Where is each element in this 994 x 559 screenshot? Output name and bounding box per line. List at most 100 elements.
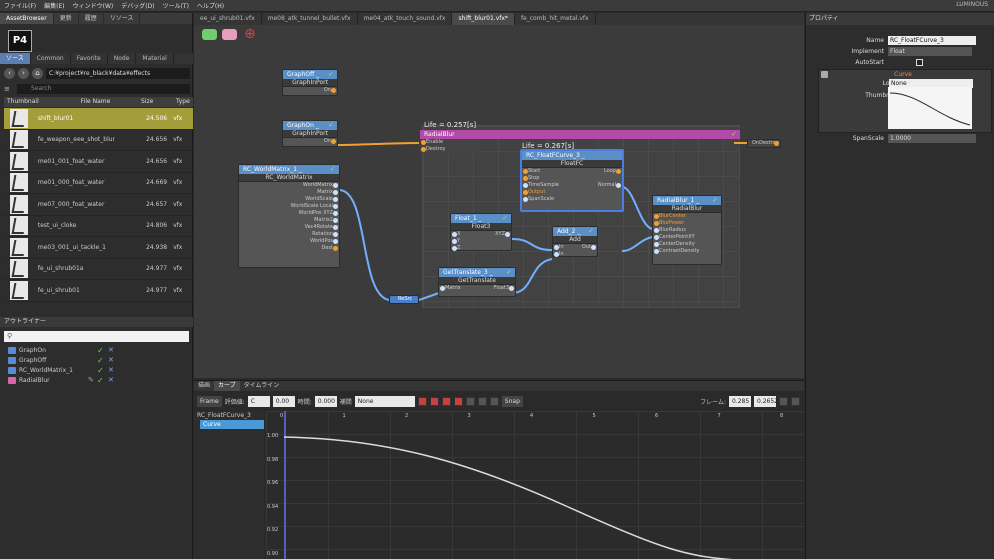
port-dot[interactable]: [452, 239, 457, 244]
outliner-item[interactable]: GraphOn ✓ ✕: [4, 345, 189, 355]
col-size[interactable]: Size: [138, 97, 173, 107]
node-floatfcurve[interactable]: RC_FloatFCurve_3 _ FloatFC Start Loop Sto…: [520, 149, 624, 212]
autostart-checkbox[interactable]: [916, 59, 923, 66]
port-row[interactable]: BlurPower: [653, 220, 721, 227]
port-dot[interactable]: [333, 246, 338, 251]
tangent-flat-icon[interactable]: [489, 396, 499, 406]
forward-arrow-icon[interactable]: ›: [18, 67, 29, 79]
port-z[interactable]: Z: [451, 245, 511, 252]
outliner-search-input[interactable]: [4, 331, 189, 342]
port-output[interactable]: Output: [522, 189, 622, 196]
back-arrow-icon[interactable]: ‹: [4, 67, 15, 79]
key-linear-icon[interactable]: [453, 396, 463, 406]
port-dot[interactable]: [452, 232, 457, 237]
p4-logo[interactable]: P4: [8, 30, 32, 52]
node-gettranslate[interactable]: GetTranslate_3 _ ✓ GetTranslate Matrix Fl…: [438, 267, 516, 297]
tangent-break-icon[interactable]: [477, 396, 487, 406]
port-dot[interactable]: [654, 249, 659, 254]
port-dot[interactable]: [452, 246, 457, 251]
port-row[interactable]: WorldScale Local: [239, 203, 339, 210]
key-delete-icon[interactable]: [429, 396, 439, 406]
tree-root[interactable]: RC_FloatFCurve_3: [194, 411, 264, 420]
port-dot[interactable]: [509, 286, 514, 291]
port-dot[interactable]: [505, 232, 510, 237]
check-icon[interactable]: ✓: [97, 376, 104, 385]
port-row[interactable]: BlurCenter: [653, 213, 721, 220]
time-field[interactable]: 0.000: [314, 395, 337, 407]
outliner-item[interactable]: RadialBlur ✎ ✓ ✕: [4, 375, 189, 385]
tab-history[interactable]: 履歴: [79, 13, 104, 24]
port-dot[interactable]: [523, 190, 528, 195]
port-row[interactable]: CenterPointXY: [653, 234, 721, 241]
file-row[interactable]: me03_001_ui_tackle_1 24.938 vfx: [4, 237, 193, 259]
spanscale-field[interactable]: 1.0000: [888, 134, 976, 143]
node-rc-worldmatrix[interactable]: RC_WorldMatrix_1 _ ✓ RC_WorldMatrix Worl…: [238, 164, 340, 268]
port-row[interactable]: WorldPos: [239, 238, 339, 245]
asset-search-input[interactable]: Search: [17, 83, 190, 94]
file-row[interactable]: fe_ui_shrub01 24.977 vfx: [4, 280, 193, 302]
frame-next-icon[interactable]: [791, 396, 800, 406]
close-icon[interactable]: ✕: [108, 366, 114, 374]
port-ondestroy[interactable]: OnDestroy: [748, 140, 780, 147]
file-row[interactable]: fe_ui_shrub01a 24.977 vfx: [4, 259, 193, 280]
graph-tab[interactable]: me08_atk_tunnel_bullet.vfx: [262, 13, 358, 25]
subtab-source[interactable]: ソース: [0, 53, 31, 64]
port-dot[interactable]: [333, 232, 338, 237]
interp-select[interactable]: None: [354, 395, 415, 407]
port-row[interactable]: Vec4Rotate: [239, 224, 339, 231]
port-dot[interactable]: [333, 239, 338, 244]
port-y[interactable]: Y: [451, 238, 511, 245]
outliner-item[interactable]: RC_WorldMatrix_1 ✓ ✕: [4, 365, 189, 375]
frame-end-field[interactable]: 0.2652: [754, 395, 778, 407]
port-dot[interactable]: [333, 225, 338, 230]
port-x[interactable]: X XYZ: [451, 231, 511, 238]
snap-button[interactable]: Snap: [501, 395, 523, 407]
port-enable[interactable]: Enable: [420, 139, 480, 146]
port-row[interactable]: WorldScale: [239, 196, 339, 203]
port-dot[interactable]: [333, 197, 338, 202]
port-timesample[interactable]: TimeSample Normal: [522, 182, 622, 189]
tab-curve[interactable]: カーブ: [214, 381, 240, 391]
port-row[interactable]: BlurRadius: [653, 227, 721, 234]
port-dot[interactable]: [616, 169, 621, 174]
close-icon[interactable]: ✕: [108, 376, 114, 384]
port-dot[interactable]: [523, 197, 528, 202]
pencil-icon[interactable]: ✎: [88, 376, 94, 384]
frame-prev-icon[interactable]: [779, 396, 788, 406]
port-dot[interactable]: [333, 190, 338, 195]
node-float[interactable]: Float_1 _ ✓ Float3 X XYZ Y Z: [450, 213, 512, 251]
subtab-common[interactable]: Common: [31, 53, 71, 64]
port-row[interactable]: ContrastDensity: [653, 248, 721, 255]
port-dot[interactable]: [654, 214, 659, 219]
menu-window[interactable]: ウィンドウ(W): [69, 1, 118, 10]
port-dot[interactable]: [774, 141, 779, 146]
node-reroute[interactable]: ReSrc: [389, 295, 419, 304]
port-row[interactable]: Matrix: [239, 189, 339, 196]
node-radialblur[interactable]: RadialBlur_1 _ ✓ RadialBlur BlurCenter Bl…: [652, 195, 722, 265]
port-dot[interactable]: [654, 228, 659, 233]
menu-tools[interactable]: ツール(T): [159, 1, 193, 10]
graph-tab[interactable]: shift_blur01.vfx*: [452, 13, 515, 25]
node-add[interactable]: Add_2 _ ✓ Add In Out In: [552, 226, 598, 257]
port-in-a[interactable]: In Out: [553, 244, 597, 251]
port-spanscale[interactable]: SpanScale: [522, 196, 622, 203]
menu-debug[interactable]: デバッグ(D): [117, 1, 158, 10]
port-dot[interactable]: [333, 204, 338, 209]
node-graphon[interactable]: GraphOn _ ✓ GraphInPort On: [282, 120, 338, 147]
tab-update[interactable]: 更新: [54, 13, 79, 24]
file-row[interactable]: fe_weapon_eee_shot_blur 24.656 vfx: [4, 130, 193, 151]
port-dot[interactable]: [654, 242, 659, 247]
graph-tab[interactable]: fe_comb_hit_metal.vfx: [515, 13, 596, 25]
port-in-b[interactable]: In: [553, 251, 597, 258]
value-field[interactable]: 0.00: [272, 395, 295, 407]
subtab-favorite[interactable]: Favorite: [71, 53, 108, 64]
port-dot[interactable]: [421, 140, 426, 145]
file-row[interactable]: shift_blur01 24.506 vfx: [4, 108, 193, 130]
port-dot[interactable]: [421, 147, 426, 152]
col-thumbnail[interactable]: Thumbnail: [4, 97, 50, 107]
port-row[interactable]: Rotation: [239, 231, 339, 238]
port-dot[interactable]: [440, 286, 445, 291]
port-dot[interactable]: [331, 139, 336, 144]
port-on[interactable]: On: [283, 87, 337, 94]
port-matrix[interactable]: Matrix Float3: [439, 285, 515, 292]
